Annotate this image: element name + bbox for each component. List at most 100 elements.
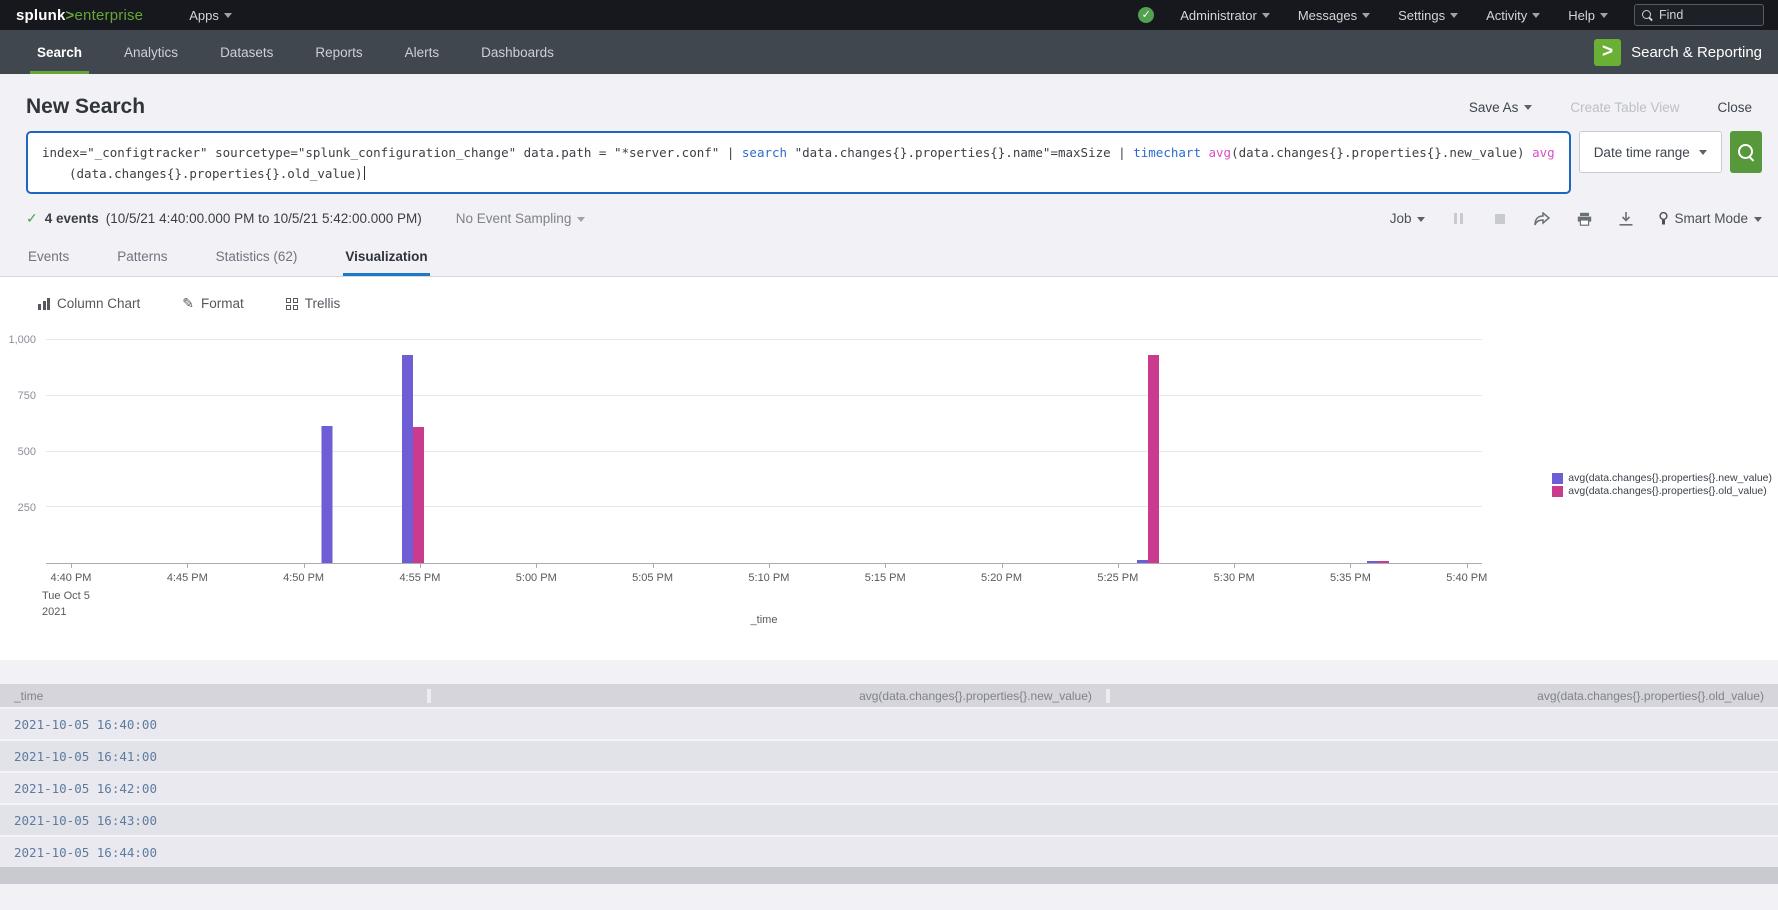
table-cell[interactable]: 2021-10-05 16:42:00 — [0, 781, 427, 796]
job-menu[interactable]: Job — [1390, 211, 1426, 226]
apps-menu[interactable]: Apps — [189, 8, 232, 23]
app-logo[interactable]: > — [1594, 39, 1621, 66]
stop-icon — [1495, 214, 1505, 224]
topbar-menu-label: Activity — [1486, 8, 1527, 23]
page-title: New Search — [26, 95, 145, 119]
table-row[interactable]: 2021-10-05 16:41:00 — [0, 739, 1778, 771]
close-button[interactable]: Close — [1717, 100, 1752, 115]
topbar-menu-label: Messages — [1298, 8, 1357, 23]
splunk-logo-arrow: > — [66, 7, 75, 24]
bar-old-value[interactable] — [1148, 355, 1159, 563]
legend-entry[interactable]: avg(data.changes{}.properties{}.old_valu… — [1552, 485, 1772, 498]
tab-events[interactable]: Events — [26, 239, 71, 276]
caret-down-icon — [577, 217, 585, 222]
table-cell[interactable]: 2021-10-05 16:41:00 — [0, 749, 427, 764]
x-tick-mark — [1118, 563, 1119, 568]
tab-patterns[interactable]: Patterns — [115, 239, 169, 276]
format-button[interactable]: ✎ Format — [182, 295, 244, 312]
search-query-input[interactable]: index="_configtracker" sourcetype="splun… — [26, 131, 1571, 194]
search-mode-dropdown[interactable]: Smart Mode — [1659, 211, 1762, 226]
bar-new-value[interactable] — [402, 355, 413, 563]
y-tick-label: 250 — [18, 502, 36, 514]
y-tick-label: 750 — [18, 390, 36, 402]
appnav-item-search[interactable]: Search — [16, 30, 103, 74]
query-token: (data.changes{}.properties{}.old_value) — [69, 166, 363, 181]
export-button[interactable] — [1617, 211, 1635, 227]
lightbulb-icon — [1659, 212, 1668, 226]
bar-new-value[interactable] — [1367, 561, 1378, 563]
topbar-menu-settings[interactable]: Settings — [1398, 8, 1458, 23]
topbar-menu-administrator[interactable]: Administrator — [1180, 8, 1270, 23]
legend-entry[interactable]: avg(data.changes{}.properties{}.new_valu… — [1552, 472, 1772, 485]
table-column-header[interactable]: avg(data.changes{}.properties{}.new_valu… — [427, 689, 1106, 703]
column-chart-icon — [38, 298, 50, 310]
query-token: index="_configtracker" sourcetype="splun… — [42, 145, 742, 160]
statistics-table: _timeavg(data.changes{}.properties{}.new… — [0, 684, 1778, 867]
pause-icon — [1454, 213, 1463, 224]
x-tick-label: 4:50 PM — [283, 572, 324, 584]
caret-down-icon — [1362, 13, 1370, 18]
gridline — [46, 339, 1482, 340]
table-row[interactable]: 2021-10-05 16:42:00 — [0, 771, 1778, 803]
appnav-item-reports[interactable]: Reports — [294, 30, 383, 74]
table-row[interactable]: 2021-10-05 16:44:00 — [0, 835, 1778, 867]
trellis-grid-icon — [286, 298, 298, 310]
bar-group-4-55-PM — [402, 355, 424, 563]
x-axis-title: _time — [46, 614, 1482, 626]
bar-new-value[interactable] — [321, 426, 332, 563]
visualization-panel: Column Chart ✎ Format Trellis 2505007501… — [0, 277, 1778, 660]
query-token: (data.changes{}.properties{}.new_value) — [1231, 145, 1532, 160]
stop-button[interactable] — [1491, 211, 1509, 227]
pause-button[interactable] — [1449, 211, 1467, 227]
table-cell[interactable]: 2021-10-05 16:44:00 — [0, 845, 427, 860]
event-sampling-dropdown[interactable]: No Event Sampling — [456, 211, 586, 226]
health-status-icon[interactable]: ✓ — [1138, 7, 1154, 23]
caret-down-icon — [1532, 13, 1540, 18]
bar-group-5-36-PM — [1367, 561, 1389, 563]
appnav-item-alerts[interactable]: Alerts — [384, 30, 461, 74]
chart-type-button[interactable]: Column Chart — [38, 296, 140, 311]
print-button[interactable] — [1575, 211, 1593, 227]
bar-new-value[interactable] — [1137, 560, 1148, 563]
caret-down-icon — [1524, 105, 1532, 110]
chart-y-axis: 2505007501,000 — [0, 340, 40, 564]
tab-visualization[interactable]: Visualization — [343, 239, 429, 276]
column-chart: 2505007501,000 4:40 PMTue Oct 520214:45 … — [0, 326, 1778, 646]
gridline — [46, 506, 1482, 507]
table-column-header[interactable]: avg(data.changes{}.properties{}.old_valu… — [1106, 689, 1778, 703]
find-input[interactable] — [1659, 8, 1749, 22]
x-tick-mark — [1002, 563, 1003, 568]
table-row[interactable]: 2021-10-05 16:43:00 — [0, 803, 1778, 835]
table-cell[interactable]: 2021-10-05 16:43:00 — [0, 813, 427, 828]
tab-statistics[interactable]: Statistics (62) — [214, 239, 300, 276]
appnav-item-dashboards[interactable]: Dashboards — [460, 30, 575, 74]
trellis-button[interactable]: Trellis — [286, 296, 341, 311]
share-button[interactable] — [1533, 211, 1551, 227]
find-search-box[interactable] — [1634, 4, 1764, 26]
date-time-range-dropdown[interactable]: Date time range — [1579, 131, 1722, 173]
table-column-header[interactable]: _time — [0, 689, 427, 703]
bar-old-value[interactable] — [413, 427, 424, 563]
text-cursor — [364, 166, 365, 180]
gridline — [46, 451, 1482, 452]
search-header: New Search Save As Create Table View Clo… — [0, 74, 1778, 131]
caret-down-icon — [224, 13, 232, 18]
bar-old-value[interactable] — [1378, 561, 1389, 563]
x-tick-label: 4:45 PM — [167, 572, 208, 584]
appnav-item-analytics[interactable]: Analytics — [103, 30, 199, 74]
printer-icon — [1577, 212, 1592, 226]
table-row[interactable]: 2021-10-05 16:40:00 — [0, 707, 1778, 739]
table-cell[interactable]: 2021-10-05 16:40:00 — [0, 717, 427, 732]
check-icon: ✓ — [26, 210, 38, 227]
topbar-menu-messages[interactable]: Messages — [1298, 8, 1370, 23]
topbar-menu-activity[interactable]: Activity — [1486, 8, 1540, 23]
query-line: (data.changes{}.properties{}.old_value) — [42, 163, 1555, 184]
appnav-item-datasets[interactable]: Datasets — [199, 30, 294, 74]
save-as-button[interactable]: Save As — [1469, 100, 1533, 115]
legend-swatch — [1552, 486, 1563, 497]
topbar-menu-help[interactable]: Help — [1568, 8, 1608, 23]
query-token — [1201, 145, 1209, 160]
run-search-button[interactable] — [1730, 131, 1762, 173]
search-icon — [1737, 143, 1755, 161]
topbar-menu-label: Administrator — [1180, 8, 1257, 23]
